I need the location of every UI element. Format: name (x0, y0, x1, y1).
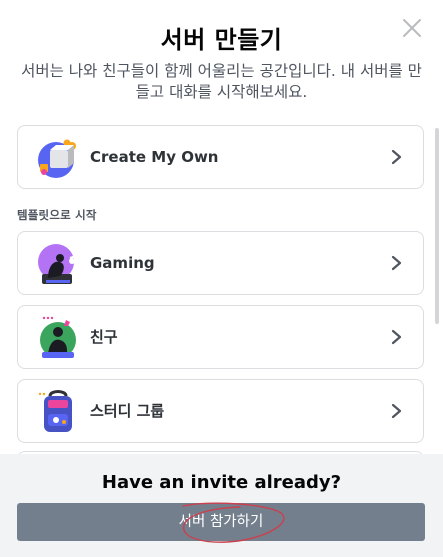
chevron-right-icon (391, 255, 402, 271)
modal-footer: Have an invite already? 서버 참가하기 (0, 454, 443, 557)
create-server-modal: 서버 만들기 서버는 나와 친구들이 함께 어울리는 공간입니다. 내 서버를 … (0, 0, 443, 557)
modal-title: 서버 만들기 (160, 26, 283, 54)
template-study-group-label: 스터디 그룹 (90, 402, 165, 420)
template-section-label: 템플릿으로 시작 (17, 208, 97, 222)
chevron-right-icon (391, 329, 402, 345)
template-study-group[interactable]: 스터디 그룹 (17, 379, 424, 443)
friends-icon (40, 316, 76, 358)
template-friends-label: 친구 (90, 328, 118, 346)
template-friends[interactable]: 친구 (17, 305, 424, 369)
chevron-right-icon (391, 149, 402, 165)
gaming-icon (38, 244, 77, 284)
template-gaming-label: Gaming (90, 254, 155, 272)
create-my-own-label: Create My Own (90, 148, 219, 166)
scrollbar[interactable] (435, 128, 439, 324)
study-group-icon (38, 390, 72, 432)
join-server-button[interactable]: 서버 참가하기 (17, 503, 425, 541)
chevron-right-icon (391, 403, 402, 419)
template-gaming[interactable]: Gaming (17, 231, 424, 295)
invite-heading: Have an invite already? (101, 472, 342, 493)
create-server-icon (38, 139, 76, 178)
modal-subtitle: 서버는 나와 친구들이 함께 어울리는 공간입니다. 내 서버를 만들고 대화를… (21, 62, 422, 101)
create-my-own-option[interactable]: Create My Own (17, 125, 424, 189)
